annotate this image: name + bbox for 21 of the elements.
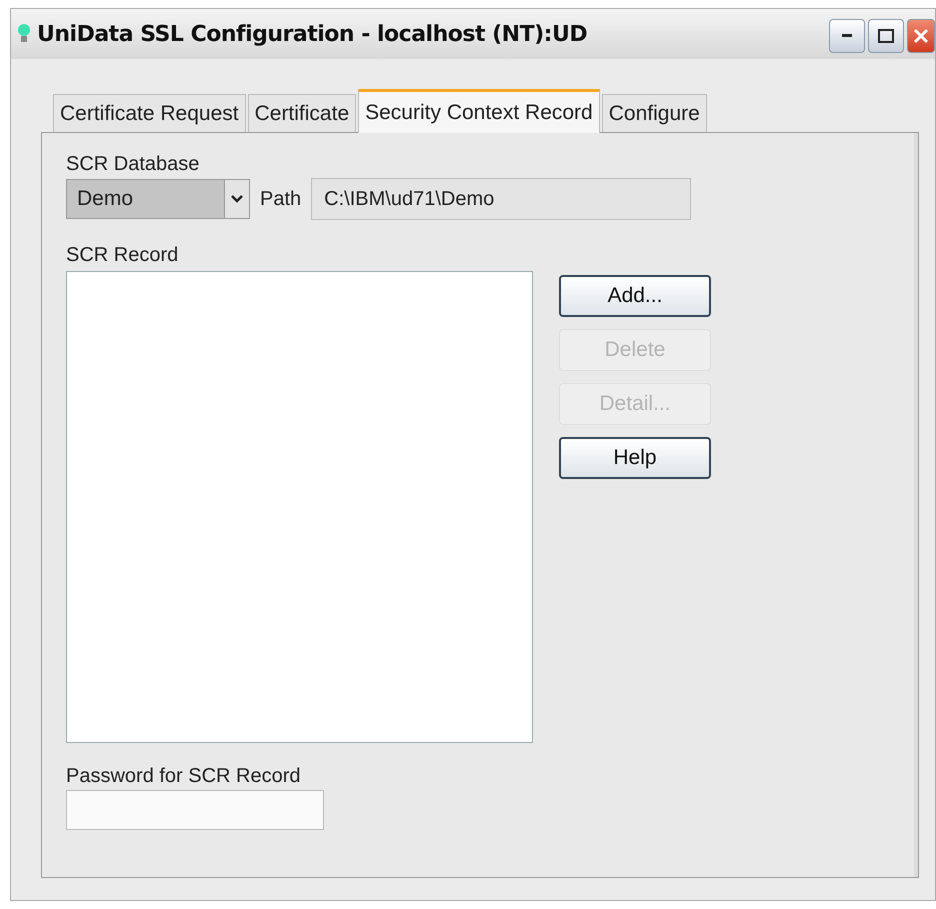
- maximize-icon: [878, 29, 894, 43]
- minimize-icon: [842, 34, 852, 38]
- field-label: SCR Record: [66, 244, 178, 267]
- tab[interactable]: Certificate Request: [53, 94, 246, 132]
- minimize-button[interactable]: [829, 19, 865, 53]
- tab[interactable]: Configure: [602, 94, 707, 132]
- maximize-button[interactable]: [868, 19, 904, 53]
- password-field[interactable]: [66, 790, 324, 830]
- window-title: UniData SSL Configuration - localhost (NT):UD: [37, 22, 588, 46]
- field-label: Password for SCR Record: [66, 765, 301, 788]
- path-field[interactable]: C:\IBM\ud71\Demo: [311, 178, 692, 220]
- close-icon: [913, 28, 929, 44]
- close-button[interactable]: [907, 19, 935, 53]
- database-dropdown[interactable]: Demo: [66, 179, 250, 219]
- field-label: SCR Database: [66, 153, 200, 176]
- action-button[interactable]: Add...: [559, 275, 711, 317]
- tab[interactable]: Certificate: [248, 94, 356, 132]
- field-label: Path: [260, 188, 302, 210]
- tab[interactable]: Security Context Record: [358, 89, 600, 133]
- action-button[interactable]: Help: [559, 437, 711, 479]
- lightbulb-icon: [17, 23, 31, 45]
